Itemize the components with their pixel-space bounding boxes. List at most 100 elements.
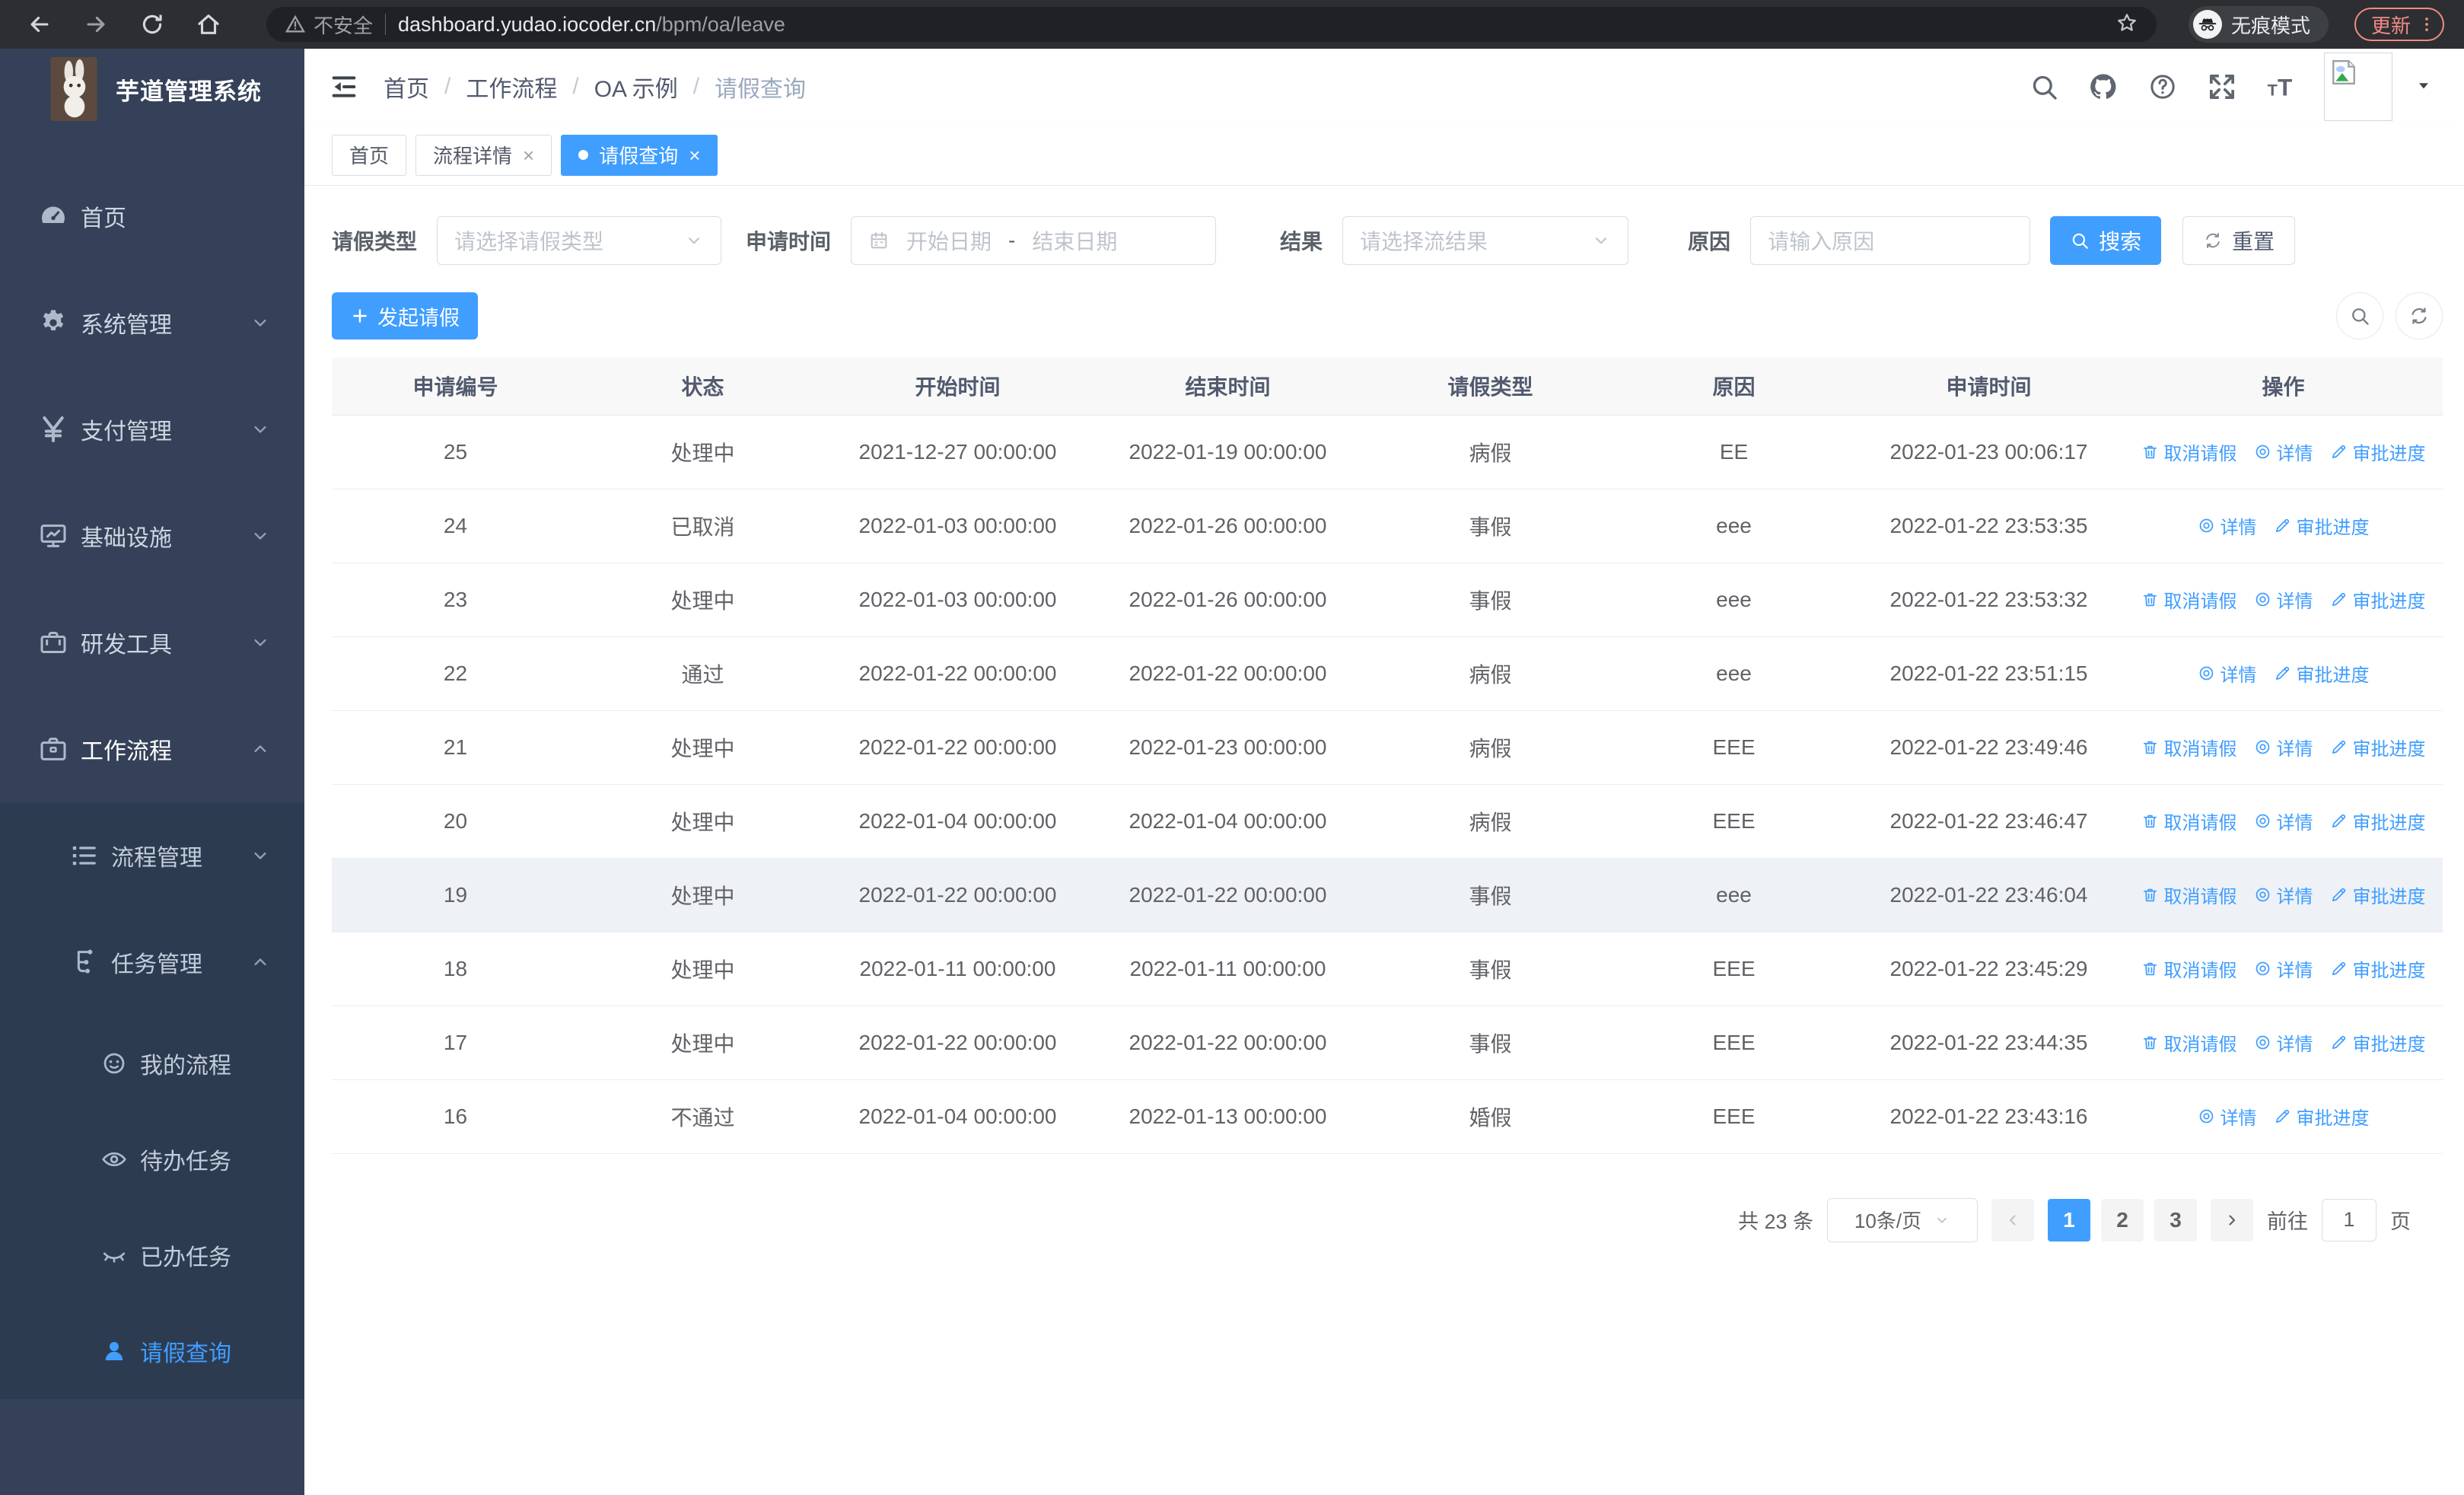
cancel-link[interactable]: 取消请假 xyxy=(2141,808,2237,834)
table-row[interactable]: 16 不通过 2022-01-04 00:00:00 2022-01-13 00:00… xyxy=(332,1079,2443,1154)
table-header-row: 申请编号 状态 开始时间 结束时间 请假类型 原因 申请时间 操作 xyxy=(332,358,2443,416)
address-bar[interactable]: 不安全 dashboard.yudao.iocoder.cn/bpm/oa/le… xyxy=(266,7,2157,42)
table-row[interactable]: 24 已取消 2022-01-03 00:00:00 2022-01-26 00:00… xyxy=(332,489,2443,563)
browser-home-icon[interactable] xyxy=(189,6,228,43)
reason-label: 原因 xyxy=(1688,230,1731,253)
bookmark-star-icon[interactable] xyxy=(2115,11,2138,38)
progress-link[interactable]: 审批进度 xyxy=(2330,881,2426,908)
table-row[interactable]: 21 处理中 2022-01-22 00:00:00 2022-01-23 00:00… xyxy=(332,710,2443,785)
sidebar-item[interactable]: 已办任务 xyxy=(0,1207,304,1303)
close-tab-icon[interactable]: × xyxy=(689,145,700,165)
goto-page-input[interactable] xyxy=(2322,1198,2376,1242)
github-icon[interactable] xyxy=(2087,70,2120,104)
result-select[interactable]: 请选择流结果 xyxy=(1342,216,1629,265)
progress-link[interactable]: 审批进度 xyxy=(2330,438,2426,465)
progress-link[interactable]: 审批进度 xyxy=(2330,1029,2426,1056)
browser-forward-icon[interactable] xyxy=(76,6,116,43)
sidebar-item[interactable]: 系统管理 xyxy=(0,269,304,376)
search-button[interactable]: 搜索 xyxy=(2050,216,2162,265)
font-size-icon[interactable] xyxy=(2265,70,2298,104)
detail-link[interactable]: 详情 xyxy=(2198,1103,2257,1130)
eye-icon xyxy=(100,1146,128,1173)
breadcrumb-item[interactable]: 首页 xyxy=(384,70,429,104)
breadcrumb-item[interactable]: OA 示例 xyxy=(594,70,678,104)
prev-page-button[interactable] xyxy=(1991,1198,2034,1242)
sidebar-item[interactable]: 支付管理 xyxy=(0,376,304,483)
sidebar-item[interactable]: 请假查询 xyxy=(0,1303,304,1399)
help-icon[interactable] xyxy=(2146,70,2179,104)
browser-back-icon[interactable] xyxy=(20,6,59,43)
sidebar-item[interactable]: 我的流程 xyxy=(0,1015,304,1111)
browser-menu-dots-icon[interactable] xyxy=(2417,14,2437,34)
page-button-1[interactable]: 1 xyxy=(2048,1198,2090,1242)
progress-link[interactable]: 审批进度 xyxy=(2274,660,2370,687)
detail-link[interactable]: 详情 xyxy=(2254,438,2313,465)
tab-item[interactable]: 首页 xyxy=(332,134,407,176)
table-row[interactable]: 18 处理中 2022-01-11 00:00:00 2022-01-11 00:00… xyxy=(332,932,2443,1006)
sidebar-item[interactable]: 工作流程 xyxy=(0,696,304,802)
cancel-link[interactable]: 取消请假 xyxy=(2141,586,2237,613)
cancel-link[interactable]: 取消请假 xyxy=(2141,438,2237,465)
detail-link[interactable]: 详情 xyxy=(2198,512,2257,539)
table-row[interactable]: 19 处理中 2022-01-22 00:00:00 2022-01-22 00:00… xyxy=(332,858,2443,932)
avatar-caret-down-icon[interactable] xyxy=(2414,75,2434,99)
logo-row[interactable]: 芋道管理系统 xyxy=(0,49,304,129)
cell-id: 17 xyxy=(332,1006,579,1080)
breadcrumb-item[interactable]: 工作流程 xyxy=(466,70,557,104)
browser-update-button[interactable]: 更新 xyxy=(2354,8,2444,41)
create-leave-button[interactable]: 发起请假 xyxy=(332,292,478,339)
progress-link[interactable]: 审批进度 xyxy=(2274,1103,2370,1130)
reason-input[interactable]: 请输入原因 xyxy=(1750,216,2031,265)
sidebar-item[interactable]: 首页 xyxy=(0,163,304,269)
progress-link[interactable]: 审批进度 xyxy=(2330,586,2426,613)
cancel-link[interactable]: 取消请假 xyxy=(2141,955,2237,982)
page-button-2[interactable]: 2 xyxy=(2101,1198,2144,1242)
tab-item[interactable]: 流程详情 × xyxy=(415,134,552,176)
tab-active[interactable]: 请假查询 × xyxy=(561,134,718,176)
leave-table: 申请编号 状态 开始时间 结束时间 请假类型 原因 申请时间 操作 25 处理中 2021-12-… xyxy=(332,358,2443,1154)
date-range-input[interactable]: 开始日期 - 结束日期 xyxy=(851,216,1217,265)
page-size-select[interactable]: 10条/页 xyxy=(1827,1197,1978,1242)
sidebar-item[interactable]: 流程管理 xyxy=(0,802,304,909)
cancel-label: 取消请假 xyxy=(2163,1034,2237,1055)
sidebar-item[interactable]: 任务管理 xyxy=(0,909,304,1015)
avatar[interactable] xyxy=(2324,53,2392,121)
detail-link[interactable]: 详情 xyxy=(2254,881,2313,908)
sidebar-item[interactable]: 基础设施 xyxy=(0,483,304,589)
cell-id: 22 xyxy=(332,636,579,711)
progress-link[interactable]: 审批进度 xyxy=(2330,808,2426,834)
table-row[interactable]: 17 处理中 2022-01-22 00:00:00 2022-01-22 00:00… xyxy=(332,1006,2443,1080)
cancel-link[interactable]: 取消请假 xyxy=(2141,734,2237,760)
cell-start: 2022-01-22 00:00:00 xyxy=(826,710,1089,785)
sidebar-item[interactable]: 研发工具 xyxy=(0,589,304,696)
detail-link[interactable]: 详情 xyxy=(2254,808,2313,834)
browser-reload-icon[interactable] xyxy=(132,6,172,43)
progress-link[interactable]: 审批进度 xyxy=(2274,512,2370,539)
table-row[interactable]: 23 处理中 2022-01-03 00:00:00 2022-01-26 00:00… xyxy=(332,563,2443,637)
progress-link[interactable]: 审批进度 xyxy=(2330,955,2426,982)
detail-link[interactable]: 详情 xyxy=(2254,1029,2313,1056)
detail-link[interactable]: 详情 xyxy=(2254,955,2313,982)
refresh-table-button[interactable] xyxy=(2396,292,2443,339)
page-button-3[interactable]: 3 xyxy=(2154,1198,2197,1242)
sidebar-collapse-icon[interactable] xyxy=(324,67,364,107)
close-tab-icon[interactable]: × xyxy=(523,145,534,165)
cancel-link[interactable]: 取消请假 xyxy=(2141,881,2237,908)
table-row[interactable]: 22 通过 2022-01-22 00:00:00 2022-01-22 00:00:… xyxy=(332,636,2443,711)
security-indicator[interactable]: 不安全 xyxy=(285,11,373,39)
cancel-link[interactable]: 取消请假 xyxy=(2141,1029,2237,1056)
table-row[interactable]: 25 处理中 2021-12-27 00:00:00 2022-01-19 00:00… xyxy=(332,415,2443,489)
search-icon[interactable] xyxy=(2027,70,2061,104)
detail-link[interactable]: 详情 xyxy=(2254,586,2313,613)
detail-link[interactable]: 详情 xyxy=(2198,660,2257,687)
detail-link[interactable]: 详情 xyxy=(2254,734,2313,760)
next-page-button[interactable] xyxy=(2211,1198,2253,1242)
progress-link[interactable]: 审批进度 xyxy=(2330,734,2426,760)
reset-button[interactable]: 重置 xyxy=(2182,216,2296,265)
fullscreen-icon[interactable] xyxy=(2205,70,2239,104)
sidebar-item[interactable]: 待办任务 xyxy=(0,1111,304,1207)
sidebar-item-label: 基础设施 xyxy=(81,526,172,551)
toggle-search-button[interactable] xyxy=(2336,292,2383,339)
table-row[interactable]: 20 处理中 2022-01-04 00:00:00 2022-01-04 00:00… xyxy=(332,784,2443,859)
leave-type-select[interactable]: 请选择请假类型 xyxy=(437,216,722,265)
